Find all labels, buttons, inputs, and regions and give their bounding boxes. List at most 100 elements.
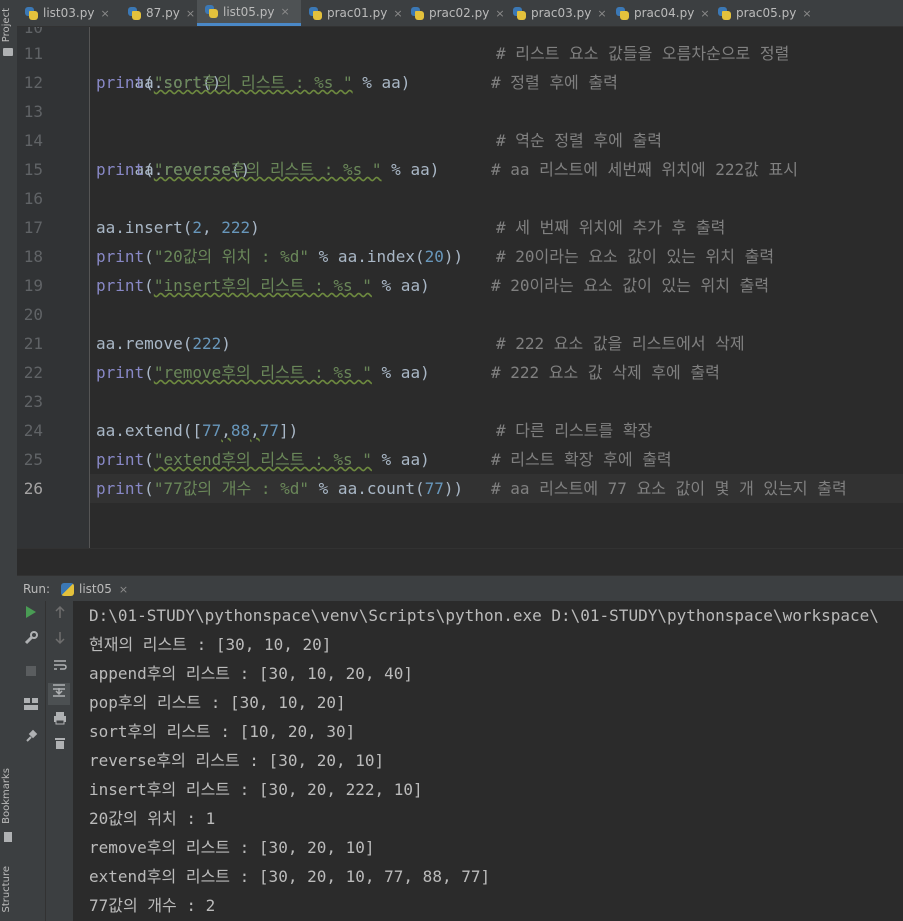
code-comment: # 정렬 후에 출력 <box>491 73 618 92</box>
tab-label: list05.py <box>223 4 275 19</box>
code-comment: # 222 요소 값을 리스트에서 삭제 <box>496 334 745 353</box>
code-text: % aa) <box>352 73 411 92</box>
number-literal: 222 <box>221 218 251 237</box>
soft-wrap-icon[interactable] <box>50 658 70 678</box>
code-line-11[interactable]: aa.sort() <box>96 39 222 92</box>
tab-87[interactable]: 87.py × <box>120 0 203 26</box>
python-file-icon <box>513 6 526 20</box>
code-comment: # aa 리스트에 77 요소 값이 몇 개 있는지 출력 <box>491 479 847 498</box>
console-line: reverse후의 리스트 : [30, 20, 10] <box>89 751 385 770</box>
tab-prac05[interactable]: prac05.py × <box>710 0 814 26</box>
pin-icon[interactable] <box>21 729 41 749</box>
code-line-15[interactable]: print("reverse후의 리스트 : %s " % aa) <box>96 155 439 184</box>
run-toolbar <box>17 601 73 921</box>
string-literal: "insert후의 리스트 : %s " <box>153 276 372 295</box>
run-console[interactable]: D:\01-STUDY\pythonspace\venv\Scripts\pyt… <box>17 601 903 921</box>
paren: ( <box>144 160 154 179</box>
code-text: )) <box>443 479 464 498</box>
close-icon[interactable]: × <box>119 583 128 596</box>
code-line-12[interactable]: print("sort후의 리스트 : %s " % aa) <box>96 68 410 97</box>
line-number: 14 <box>23 131 43 150</box>
console-line: pop후의 리스트 : [30, 10, 20] <box>89 693 346 712</box>
string-literal: "77값의 개수 : %d" <box>153 479 310 498</box>
tab-list03[interactable]: list03.py × <box>17 0 120 26</box>
line-number: 12 <box>23 73 43 92</box>
tab-label: list03.py <box>43 6 95 20</box>
python-file-icon <box>309 6 322 20</box>
scroll-to-end-icon[interactable] <box>48 683 70 705</box>
run-config-name: list05 <box>79 582 112 596</box>
line-number: 16 <box>23 189 43 208</box>
code-text: % aa) <box>371 276 430 295</box>
close-icon[interactable]: × <box>700 7 709 20</box>
console-line: insert후의 리스트 : [30, 20, 222, 10] <box>89 780 423 799</box>
stop-icon[interactable] <box>21 663 41 683</box>
code-line-25[interactable]: print("extend후의 리스트 : %s " % aa) <box>96 445 430 474</box>
code-text: % aa) <box>371 363 430 382</box>
code-text: % aa.index( <box>309 247 425 266</box>
code-line-26[interactable]: print("77값의 개수 : %d" % aa.count(77)) <box>96 474 463 503</box>
line-number: 11 <box>23 44 43 63</box>
tab-label: prac05.py <box>736 6 797 20</box>
line-number: 20 <box>23 305 43 324</box>
code-line-24[interactable]: aa.extend([77,88,77]) <box>96 416 298 445</box>
trash-icon[interactable] <box>50 736 70 756</box>
console-line: 77값의 개수 : 2 <box>89 896 216 915</box>
tab-label: prac04.py <box>634 6 695 20</box>
line-number: 15 <box>23 160 43 179</box>
tab-list05[interactable]: list05.py × <box>197 0 301 26</box>
builtin-print: print <box>96 450 145 469</box>
code-text: aa.remove( <box>96 334 193 353</box>
project-tool-label[interactable]: Project <box>1 8 12 42</box>
wrench-icon[interactable] <box>21 631 41 651</box>
tab-prac01[interactable]: prac01.py × <box>301 0 405 26</box>
bookmark-icon[interactable] <box>4 832 12 842</box>
line-number: 17 <box>23 218 43 237</box>
layout-icon[interactable] <box>21 696 41 716</box>
close-icon[interactable]: × <box>597 7 606 20</box>
code-text: ) <box>221 334 231 353</box>
run-icon[interactable] <box>21 605 41 625</box>
tab-label: 87.py <box>146 6 180 20</box>
line-number: 13 <box>23 102 43 121</box>
arrow-up-icon[interactable] <box>50 605 70 625</box>
code-line-17[interactable]: aa.insert(2, 222) <box>96 213 260 242</box>
python-file-icon <box>61 582 74 596</box>
tab-prac02[interactable]: prac02.py × <box>403 0 507 26</box>
gutter-separator <box>89 27 90 548</box>
close-icon[interactable]: × <box>495 7 504 20</box>
folder-icon[interactable] <box>3 48 13 56</box>
code-line-14[interactable]: aa.reverse() <box>96 126 251 179</box>
code-comment: # 222 요소 값 삭제 후에 출력 <box>491 363 720 382</box>
structure-tool-label[interactable]: Structure <box>1 866 12 913</box>
line-number: 21 <box>23 334 43 353</box>
code-line-19[interactable]: print("insert후의 리스트 : %s " % aa) <box>96 271 430 300</box>
code-line-22[interactable]: print("remove후의 리스트 : %s " % aa) <box>96 358 430 387</box>
tab-prac04[interactable]: prac04.py × <box>608 0 712 26</box>
close-icon[interactable]: × <box>802 7 811 20</box>
number-literal: 77 <box>259 421 280 440</box>
arrow-down-icon[interactable] <box>50 631 70 651</box>
editor-tab-bar: list03.py × 87.py × list05.py × prac01.p… <box>17 0 903 27</box>
tab-prac03[interactable]: prac03.py × <box>505 0 609 26</box>
close-icon[interactable]: × <box>186 7 195 20</box>
print-icon[interactable] <box>50 711 70 731</box>
paren: ( <box>144 363 154 382</box>
paren: ( <box>144 247 154 266</box>
close-icon[interactable]: × <box>280 5 289 18</box>
panel-splitter[interactable] <box>17 548 903 576</box>
code-editor[interactable]: 10 11 12 13 14 15 16 17 18 19 20 21 22 2… <box>17 27 903 548</box>
number-literal: 88 <box>230 421 251 440</box>
run-config-tab[interactable]: list05 × <box>61 576 128 602</box>
paren: ( <box>144 73 154 92</box>
close-icon[interactable]: × <box>393 7 402 20</box>
bookmarks-tool-label[interactable]: Bookmarks <box>1 768 12 824</box>
code-text: , <box>201 218 222 237</box>
tab-label: prac03.py <box>531 6 592 20</box>
code-text: ) <box>250 218 260 237</box>
code-line-21[interactable]: aa.remove(222) <box>96 329 231 358</box>
close-icon[interactable]: × <box>100 7 109 20</box>
code-comment: # 20이라는 요소 값이 있는 위치 출력 <box>496 247 775 266</box>
code-line-18[interactable]: print("20값의 위치 : %d" % aa.index(20)) <box>96 242 463 271</box>
string-literal: "remove후의 리스트 : %s " <box>153 363 372 382</box>
